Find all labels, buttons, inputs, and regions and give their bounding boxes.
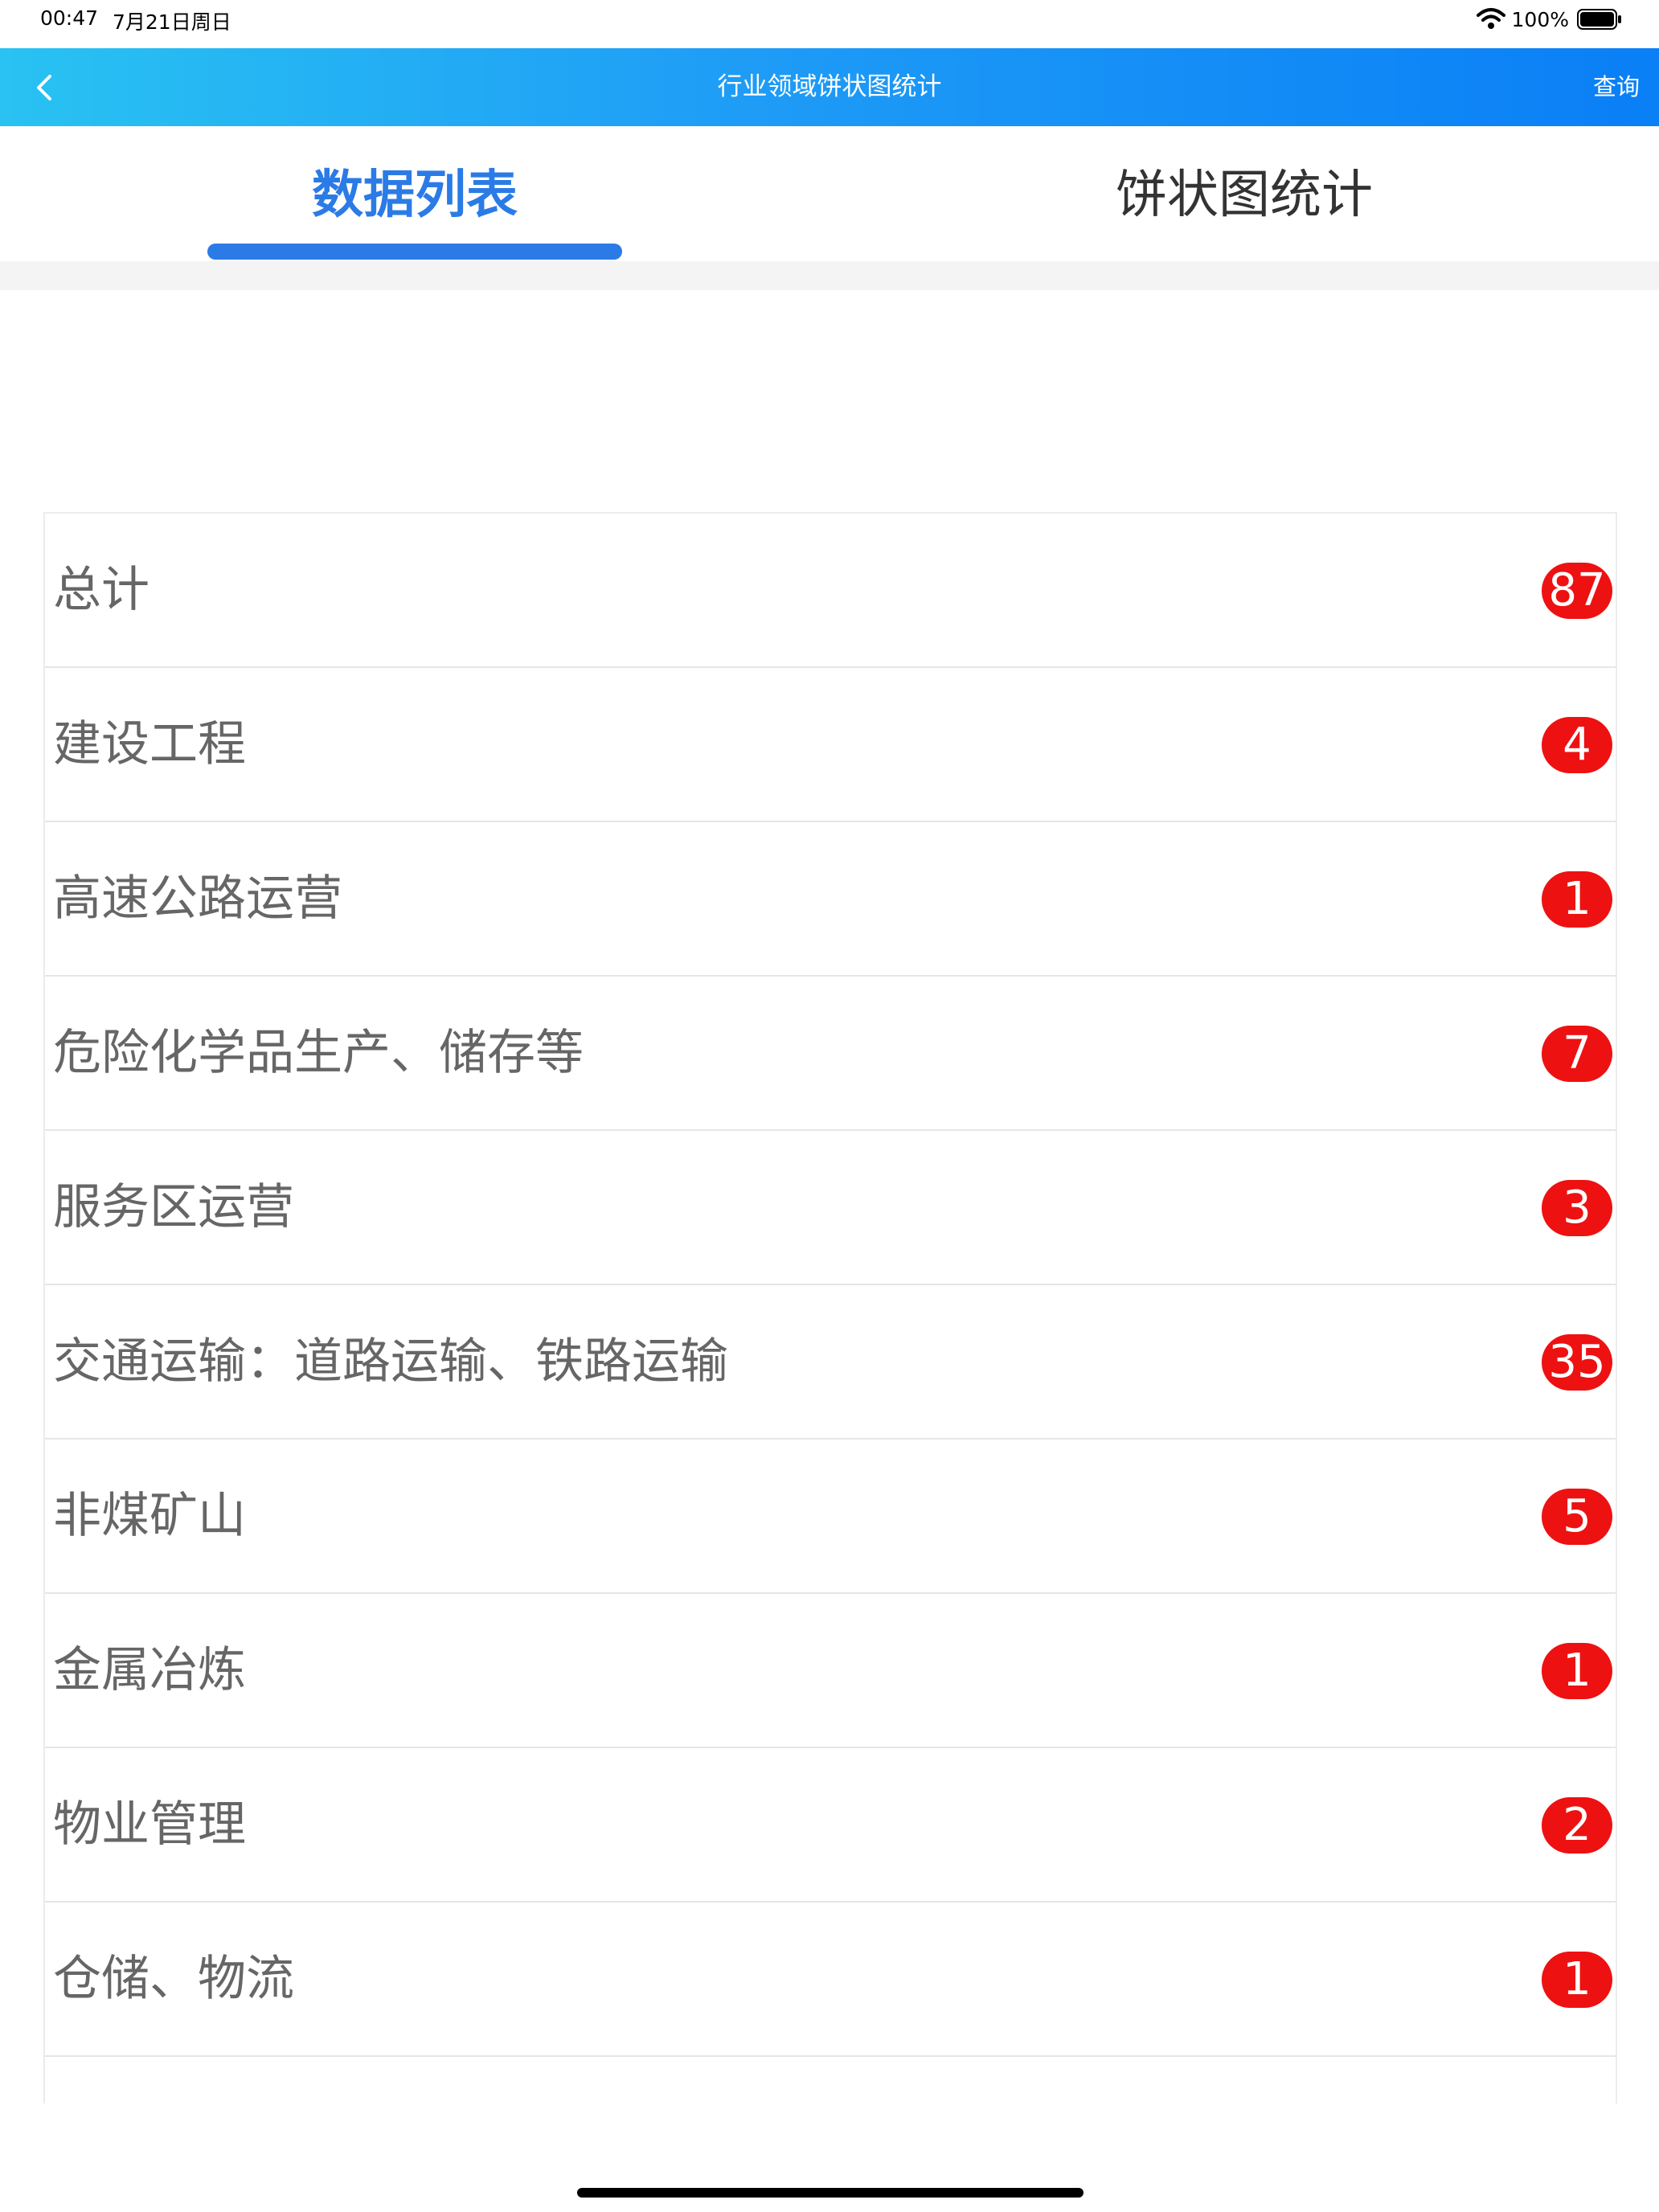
list-item-label: 交通运输：道路运输、铁路运输 (53, 1333, 728, 1390)
home-indicator[interactable] (577, 2188, 1083, 2198)
list-item[interactable]: 危险化学品生产、储存等 7 (45, 977, 1616, 1131)
list-item[interactable]: 非煤矿山 5 (45, 1440, 1616, 1594)
status-date: 7月21日周日 (113, 10, 231, 34)
count-badge: 5 (1542, 1489, 1612, 1545)
status-time: 00:47 (40, 6, 99, 30)
divider (0, 261, 1659, 290)
count-badge: 1 (1542, 1643, 1612, 1699)
tab-data-list[interactable]: 数据列表 (0, 126, 830, 261)
count-badge: 35 (1542, 1334, 1612, 1391)
list-item-label: 总计 (53, 562, 150, 618)
tab-pie-chart[interactable]: 饼状图统计 (830, 126, 1659, 261)
list-item-label: 仓储、物流 (53, 1951, 294, 2007)
count-badge: 87 (1542, 563, 1612, 619)
active-tab-indicator (207, 244, 622, 260)
tab-bar: 数据列表 饼状图统计 (0, 126, 1659, 261)
list-item-label: 危险化学品生产、储存等 (53, 1025, 584, 1081)
list-item[interactable] (45, 2057, 1616, 2103)
screen: 00:47 7月21日周日 100% 行业领域饼状图统计 查询 数据列表 饼状图… (0, 0, 1659, 2212)
list-item-label: 物业管理 (53, 1796, 246, 1853)
count-badge: 7 (1542, 1026, 1612, 1082)
page-title: 行业领域饼状图统计 (717, 72, 942, 101)
count-badge: 2 (1542, 1797, 1612, 1854)
battery-icon (1577, 9, 1621, 30)
query-button[interactable]: 查询 (1593, 48, 1640, 126)
list-item-label: 建设工程 (53, 716, 246, 772)
list-item[interactable]: 仓储、物流 1 (45, 1903, 1616, 2057)
nav-bar: 行业领域饼状图统计 查询 (0, 48, 1659, 126)
list-item[interactable]: 金属冶炼 1 (45, 1594, 1616, 1748)
tab-data-list-label: 数据列表 (312, 166, 518, 225)
count-badge: 3 (1542, 1180, 1612, 1236)
list-item-label: 高速公路运营 (53, 870, 342, 927)
status-bar: 00:47 7月21日周日 100% (0, 0, 1659, 48)
tab-pie-chart-label: 饼状图统计 (1116, 166, 1373, 225)
list-item[interactable]: 建设工程 4 (45, 668, 1616, 822)
wifi-icon (1476, 8, 1505, 29)
list-item[interactable]: 物业管理 2 (45, 1748, 1616, 1903)
list-item-label: 服务区运营 (53, 1179, 294, 1235)
status-indicators: 100% (1476, 5, 1622, 34)
list-item[interactable]: 高速公路运营 1 (45, 822, 1616, 977)
list-item[interactable]: 服务区运营 3 (45, 1131, 1616, 1285)
list-item-label: 非煤矿山 (53, 1488, 246, 1544)
list-item[interactable]: 交通运输：道路运输、铁路运输 35 (45, 1285, 1616, 1440)
count-badge: 1 (1542, 1952, 1612, 2008)
list-item[interactable]: 总计 87 (45, 514, 1616, 668)
count-badge: 1 (1542, 871, 1612, 928)
count-badge: 4 (1542, 717, 1612, 773)
industry-list[interactable]: 总计 87 建设工程 4 高速公路运营 1 危险化学品生产、储存等 7 服务区运营 3 交通运输：道… (43, 512, 1617, 2103)
list-item-label: 金属冶炼 (53, 1642, 246, 1698)
battery-percentage: 100% (1511, 7, 1569, 31)
